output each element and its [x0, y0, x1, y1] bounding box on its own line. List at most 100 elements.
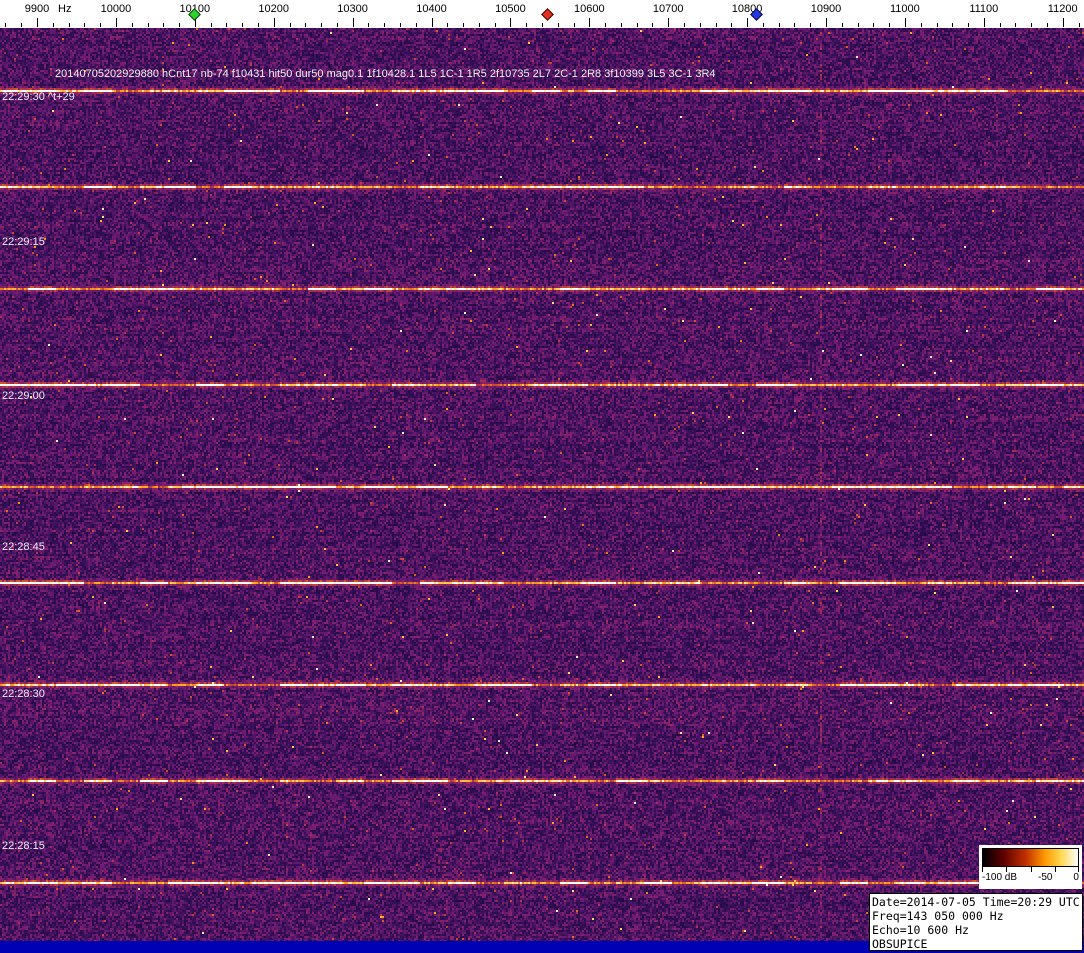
ruler-minor-tick [652, 23, 654, 27]
colorbar-labels: -100 dB -50 0 [982, 872, 1079, 883]
colorbar-label-max: 0 [1073, 872, 1079, 883]
ruler-minor-tick [100, 23, 102, 27]
ruler-minor-tick [526, 23, 528, 27]
ruler-minor-tick [794, 23, 796, 27]
ruler-minor-tick [478, 23, 480, 27]
ruler-minor-tick [131, 23, 133, 27]
ruler-major-tick [510, 18, 512, 27]
ruler-major-tick [273, 18, 275, 27]
ruler-major-tick [589, 18, 591, 27]
ruler-minor-tick [210, 23, 212, 27]
ruler-minor-tick [84, 23, 86, 27]
ruler-minor-tick [242, 23, 244, 27]
freq-label: 10700 [652, 3, 684, 15]
ruler-minor-tick [21, 23, 23, 27]
ruler-minor-tick [447, 23, 449, 27]
ruler-minor-tick [557, 23, 559, 27]
freq-unit-label: Hz [58, 3, 72, 15]
freq-label: 10400 [416, 3, 447, 15]
colorbar-label-min: -100 dB [982, 872, 1018, 883]
ruler-minor-tick [762, 23, 764, 27]
ruler-minor-tick [542, 23, 543, 27]
colorbar-tick [1006, 867, 1008, 872]
ruler-minor-tick [605, 23, 607, 27]
colorbar-tick [1030, 867, 1032, 872]
ruler-minor-tick [684, 23, 685, 27]
ruler-minor-tick [573, 23, 575, 27]
ruler-minor-tick [731, 23, 733, 27]
colorbar-tick [982, 867, 983, 872]
freq-label: 10500 [495, 3, 526, 15]
info-line: Freq=143 050 000 Hz [872, 909, 1004, 923]
info-line: Date=2014-07-05 Time=20:29 UTC [872, 895, 1080, 909]
ruler-minor-tick [715, 23, 717, 27]
ruler-major-tick [431, 18, 433, 27]
ruler-minor-tick [778, 23, 780, 27]
ruler-minor-tick [952, 23, 954, 27]
ruler-minor-tick [920, 23, 922, 27]
ruler-minor-tick [1015, 23, 1017, 27]
ruler-minor-tick [699, 23, 701, 27]
ruler-minor-tick [399, 23, 401, 27]
ruler-minor-tick [463, 23, 465, 27]
ruler-major-tick [747, 18, 749, 27]
ruler-major-tick [983, 18, 985, 27]
ruler-minor-tick [163, 23, 165, 27]
meteor-spectrogram-app: 9900100001010010200103001040010500106001… [0, 0, 1084, 953]
ruler-minor-tick [289, 23, 291, 27]
colorbar-ticks [982, 867, 1079, 872]
ruler-minor-tick [810, 23, 812, 27]
intensity-colorbar: -100 dB -50 0 [979, 845, 1082, 889]
freq-label: 10900 [810, 3, 842, 15]
ruler-minor-tick [415, 23, 417, 27]
info-line: Echo=10 600 Hz [872, 923, 969, 937]
colorbar-label-mid: -50 [1038, 872, 1053, 883]
ruler-minor-tick [179, 23, 180, 27]
colorbar-gradient [982, 848, 1079, 867]
ruler-minor-tick [636, 23, 638, 27]
ruler-major-tick [115, 18, 117, 27]
ruler-major-tick [37, 18, 38, 27]
colorbar-tick [1078, 867, 1079, 872]
ruler-minor-tick [873, 23, 875, 27]
colorbar-tick [1054, 867, 1056, 872]
ruler-minor-tick [321, 23, 322, 27]
ruler-major-tick [904, 18, 906, 27]
ruler-minor-tick [1046, 23, 1048, 27]
ruler-minor-tick [857, 23, 859, 27]
ruler-minor-tick [336, 23, 338, 27]
freq-label: 9900 [24, 3, 50, 15]
ruler-minor-tick [68, 23, 70, 27]
ruler-minor-tick [257, 23, 259, 27]
ruler-major-tick [826, 18, 827, 27]
spectrogram-canvas[interactable] [0, 28, 1084, 941]
ruler-minor-tick [968, 23, 969, 27]
ruler-minor-tick [1078, 23, 1080, 27]
ruler-minor-tick [889, 23, 891, 27]
freq-label: 10300 [337, 3, 368, 15]
ruler-minor-tick [494, 23, 496, 27]
ruler-minor-tick [936, 23, 938, 27]
ruler-minor-tick [620, 23, 622, 27]
info-line: OBSUPICE [872, 937, 928, 951]
freq-label: 10600 [574, 3, 605, 15]
ruler-minor-tick [52, 23, 54, 27]
ruler-minor-tick [5, 23, 7, 27]
ruler-minor-tick [841, 23, 843, 27]
ruler-major-tick [352, 18, 354, 27]
freq-label: 11000 [890, 3, 920, 15]
freq-label: 10000 [100, 3, 132, 15]
ruler-major-tick [668, 18, 670, 27]
ruler-minor-tick [1031, 23, 1033, 27]
freq-label: 11200 [1047, 3, 1078, 15]
spectrogram-area: 20140705202929880 hCnt17 nb-74 f10431 hi… [0, 28, 1084, 941]
observation-info-box: Date=2014-07-05 Time=20:29 UTC Freq=143 0… [869, 893, 1083, 951]
ruler-minor-tick [368, 23, 370, 27]
ruler-minor-tick [226, 23, 228, 27]
frequency-ruler[interactable]: 9900100001010010200103001040010500106001… [0, 0, 1084, 28]
freq-label: 10200 [258, 3, 289, 15]
ruler-major-tick [1062, 18, 1064, 27]
ruler-minor-tick [999, 23, 1001, 27]
ruler-minor-tick [384, 23, 386, 27]
freq-marker-red-diamond-icon[interactable] [541, 8, 555, 21]
